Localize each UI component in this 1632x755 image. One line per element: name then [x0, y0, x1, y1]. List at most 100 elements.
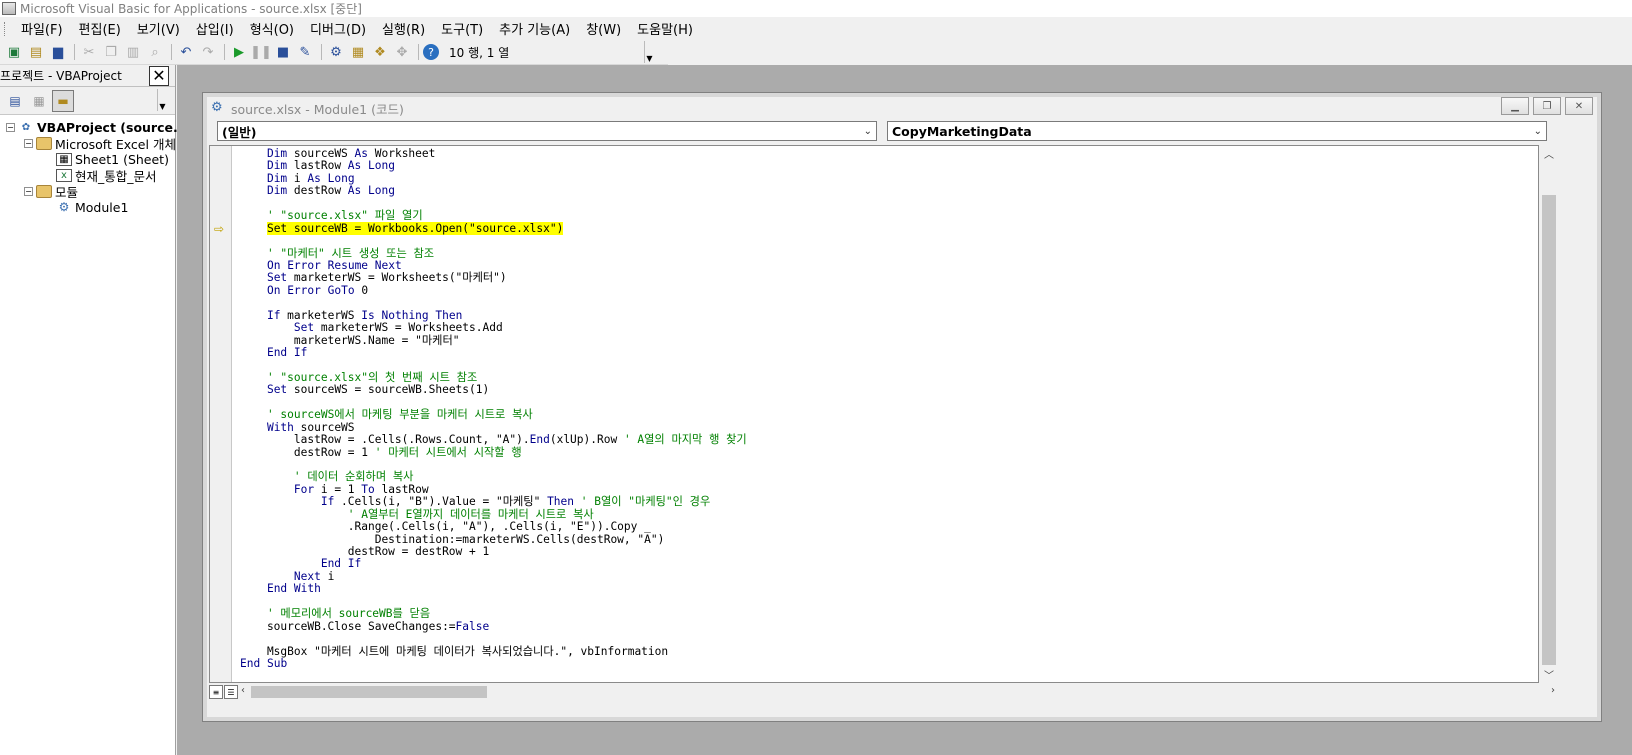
close-icon[interactable]: ✕	[1565, 97, 1593, 115]
folder-icon	[36, 136, 52, 150]
toggle-folders-icon[interactable]: ▬	[52, 89, 74, 112]
toolbar-options-icon[interactable]: ▼	[644, 41, 654, 63]
vertical-scroll-thumb[interactable]	[1542, 195, 1556, 665]
code-line[interactable]: On Error GoTo 0	[240, 284, 747, 297]
code-dropdowns: (일반) ⌄ CopyMarketingData ⌄	[217, 121, 1593, 141]
scroll-left-icon[interactable]: ‹	[241, 685, 245, 696]
menu-insert[interactable]: 삽입(I)	[188, 19, 242, 38]
code-line[interactable]: ' "source.xlsx" 파일 열기	[240, 209, 747, 222]
menu-view[interactable]: 보기(V)	[129, 19, 188, 38]
undo-icon[interactable]: ↶	[176, 42, 196, 62]
workbook-icon: x	[56, 168, 72, 182]
collapse-icon[interactable]: −	[6, 122, 15, 132]
insert-module-icon[interactable]: ▤	[26, 42, 46, 62]
code-line[interactable]: ' sourceWS에서 마케팅 부분을 마케터 시트로 복사	[240, 408, 747, 421]
view-object-icon[interactable]: ▦	[28, 90, 50, 112]
code-line[interactable]: MsgBox "마케터 시트에 마케팅 데이터가 복사되었습니다.", vbIn…	[240, 645, 747, 658]
restore-icon[interactable]: ❐	[1533, 97, 1561, 115]
pause-icon[interactable]: ❚❚	[250, 42, 272, 62]
menu-file[interactable]: 파일(F)	[13, 19, 71, 38]
code-line[interactable]: Set marketerWS = Worksheets.Add	[240, 321, 747, 334]
project-toolbar-options-icon[interactable]: ▼	[157, 89, 167, 111]
menu-addins[interactable]: 추가 기능(A)	[491, 19, 578, 38]
menu-edit[interactable]: 편집(E)	[71, 19, 129, 38]
menu-debug[interactable]: 디버그(D)	[302, 19, 374, 38]
full-module-view-icon[interactable]: ☰	[224, 685, 238, 699]
design-mode-icon[interactable]: ✎	[295, 42, 315, 62]
code-line[interactable]	[240, 297, 747, 309]
redo-icon[interactable]: ↷	[198, 42, 218, 62]
code-line[interactable]: Dim destRow As Long	[240, 184, 747, 197]
collapse-icon[interactable]: −	[24, 186, 33, 196]
cursor-position: 10 행, 1 열	[449, 45, 510, 60]
code-line[interactable]	[240, 633, 747, 645]
title-bar: Microsoft Visual Basic for Applications …	[0, 0, 1632, 17]
code-line[interactable]: sourceWB.Close SaveChanges:=False	[240, 620, 747, 633]
vbaproject-icon: ✿	[21, 121, 31, 133]
paste-icon[interactable]: ▥	[123, 42, 143, 62]
properties-icon[interactable]: ▦	[348, 42, 368, 62]
close-icon[interactable]: ✕	[149, 65, 169, 86]
cut-icon[interactable]: ✂	[79, 42, 99, 62]
find-icon[interactable]: ⌕	[145, 42, 165, 62]
minimize-icon[interactable]: ▁	[1501, 97, 1529, 115]
view-code-icon[interactable]: ▤	[4, 90, 26, 112]
horizontal-scrollbar[interactable]: ‹ ›	[239, 684, 1559, 700]
run-icon[interactable]: ▶	[229, 42, 249, 62]
object-browser-icon[interactable]: ❖	[370, 42, 390, 62]
scroll-right-icon[interactable]: ›	[1551, 685, 1555, 696]
menu-tools[interactable]: 도구(T)	[433, 19, 491, 38]
toolbox-icon[interactable]: ✥	[392, 42, 412, 62]
project-explorer-header: 프로젝트 - VBAProject ✕	[0, 65, 175, 87]
tree-label: 모듈	[55, 184, 79, 200]
code-line[interactable]: .Range(.Cells(i, "A"), .Cells(i, "E")).C…	[240, 520, 747, 533]
code-lines: Dim sourceWS As Worksheet Dim lastRow As…	[240, 147, 747, 670]
tree-node-module1[interactable]: ⚙ Module1	[56, 199, 129, 215]
copy-icon[interactable]: ❐	[101, 42, 121, 62]
menu-bar: 파일(F) 편집(E) 보기(V) 삽입(I) 형식(O) 디버그(D) 실행(…	[0, 17, 1632, 40]
code-window-title: source.xlsx - Module1 (코드)	[231, 101, 404, 117]
toolbar-separator	[171, 44, 172, 60]
scroll-up-icon[interactable]: ︿	[1544, 146, 1554, 161]
vba-app-icon	[2, 2, 16, 15]
execution-point-arrow-icon: ⇨	[214, 221, 225, 236]
tree-node-excel-objects[interactable]: − Microsoft Excel 개체	[24, 135, 176, 152]
excel-icon[interactable]: ▣	[4, 42, 24, 62]
code-line[interactable]: marketerWS.Name = "마케터"	[240, 334, 747, 347]
procedure-view-icon[interactable]: ≡	[209, 685, 223, 699]
code-line[interactable]: End Sub	[240, 657, 747, 670]
code-line[interactable]: Set sourceWS = sourceWB.Sheets(1)	[240, 383, 747, 396]
code-window: ⚙ source.xlsx - Module1 (코드) ▁ ❐ ✕ (일반) …	[202, 92, 1602, 722]
menu-window[interactable]: 창(W)	[578, 19, 629, 38]
code-line[interactable]: End With	[240, 583, 747, 595]
reset-icon[interactable]: ■	[273, 42, 293, 62]
vertical-scrollbar[interactable]: ︿ ﹀	[1541, 145, 1557, 683]
tree-label: Module1	[75, 199, 129, 215]
code-line[interactable]: destRow = 1 ' 마케터 시트에서 시작할 행	[240, 446, 747, 459]
project-explorer-icon[interactable]: ⚙	[326, 42, 346, 62]
menu-run[interactable]: 실행(R)	[374, 19, 433, 38]
chevron-down-icon: ⌄	[1533, 125, 1542, 137]
object-dropdown-value: (일반)	[222, 124, 257, 140]
tree-node-modules[interactable]: − 모듈	[24, 183, 79, 200]
scroll-down-icon[interactable]: ﹀	[1544, 667, 1554, 682]
bottom-bar: ≡ ☰ ‹ ›	[209, 683, 1559, 701]
menu-help[interactable]: 도움말(H)	[629, 19, 701, 38]
procedure-dropdown[interactable]: CopyMarketingData ⌄	[887, 121, 1547, 141]
code-line[interactable]: Set sourceWB = Workbooks.Open("source.xl…	[240, 221, 747, 235]
help-icon[interactable]: ?	[423, 44, 439, 60]
window-controls: ▁ ❐ ✕	[1497, 97, 1593, 115]
horizontal-scroll-thumb[interactable]	[251, 686, 487, 698]
code-line[interactable]: ' 메모리에서 sourceWB를 닫음	[240, 607, 747, 620]
mdi-workspace: ⚙ source.xlsx - Module1 (코드) ▁ ❐ ✕ (일반) …	[177, 65, 1632, 755]
code-line[interactable]: End If	[240, 346, 747, 359]
toolbar-separator	[418, 44, 419, 60]
menu-format[interactable]: 형식(O)	[242, 19, 302, 38]
code-editor[interactable]: ⇨ Dim sourceWS As Worksheet Dim lastRow …	[209, 145, 1539, 683]
save-icon[interactable]: ▆	[48, 42, 68, 62]
margin-indicator-bar[interactable]: ⇨	[210, 146, 232, 682]
object-dropdown[interactable]: (일반) ⌄	[217, 121, 877, 141]
code-line[interactable]: ' 데이터 순회하며 복사	[240, 471, 747, 483]
collapse-icon[interactable]: −	[24, 138, 33, 148]
toolbar-separator	[224, 44, 225, 60]
